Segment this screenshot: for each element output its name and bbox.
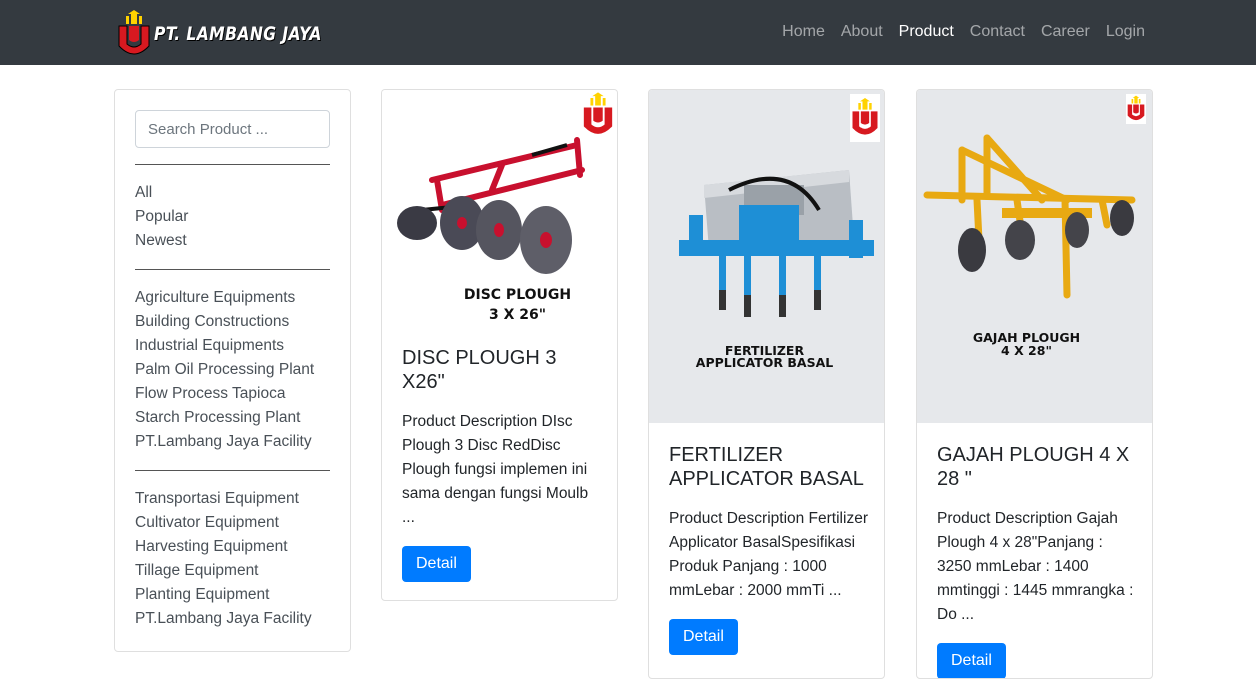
card-body: DISC PLOUGH 3 X26" Product Description D…	[402, 346, 602, 582]
category-palm-oil-processing-plant[interactable]: Palm Oil Processing Plant	[135, 358, 345, 382]
gajah-plough-image	[923, 134, 1136, 299]
filter-all[interactable]: All	[135, 181, 345, 205]
product-description: Product Description Gajah Plough 4 x 28"…	[937, 510, 1134, 623]
product-image[interactable]: FERTILIZER APPLICATOR BASAL	[649, 90, 884, 423]
nav-about[interactable]: About	[841, 21, 883, 43]
detail-button[interactable]: Detail	[937, 643, 1006, 678]
image-caption: FERTILIZER APPLICATOR BASAL	[649, 344, 882, 370]
lambang-jaya-logo-icon	[850, 94, 880, 142]
card-body: FERTILIZER APPLICATOR BASAL Product Desc…	[669, 443, 869, 655]
search-product-input[interactable]	[135, 110, 330, 148]
image-caption: GAJAH PLOUGH 4 X 28"	[917, 331, 1144, 358]
type-facility[interactable]: PT.Lambang Jaya Facility	[135, 607, 345, 631]
filter-popular[interactable]: Popular	[135, 205, 345, 229]
product-image[interactable]: DISC PLOUGH 3 X 26"	[382, 90, 617, 326]
category-agriculture-equipments[interactable]: Agriculture Equipments	[135, 286, 345, 310]
category-flow-process-tapioca[interactable]: Flow Process Tapioca	[135, 382, 345, 406]
brand[interactable]: PT. LAMBANG JAYA	[116, 10, 359, 58]
lambang-jaya-logo-icon	[1126, 94, 1146, 124]
type-cultivator-equipment[interactable]: Cultivator Equipment	[135, 511, 345, 535]
product-card: FERTILIZER APPLICATOR BASAL FERTILIZER A…	[648, 89, 885, 679]
product-title[interactable]: DISC PLOUGH 3 X26"	[402, 346, 602, 394]
top-navbar: PT. LAMBANG JAYA Home About Product Cont…	[0, 0, 1256, 65]
product-title[interactable]: GAJAH PLOUGH 4 X 28 "	[937, 443, 1137, 491]
product-title[interactable]: FERTILIZER APPLICATOR BASAL	[669, 443, 869, 491]
category-industrial-equipments[interactable]: Industrial Equipments	[135, 334, 345, 358]
filter-list: All Popular Newest	[135, 181, 345, 253]
lambang-jaya-logo-icon	[118, 10, 150, 58]
category-starch-processing-plant[interactable]: Starch Processing Plant	[135, 406, 345, 430]
type-transportasi-equipment[interactable]: Transportasi Equipment	[135, 487, 345, 511]
product-card: GAJAH PLOUGH 4 X 28" GAJAH PLOUGH 4 X 28…	[916, 89, 1153, 679]
image-caption-line: APPLICATOR BASAL	[695, 355, 834, 370]
detail-button[interactable]: Detail	[669, 619, 738, 655]
nav-career[interactable]: Career	[1041, 21, 1090, 43]
image-caption-line: 4 X 28"	[1001, 343, 1052, 358]
sidebar-divider	[135, 470, 330, 471]
brand-name: PT. LAMBANG JAYA	[154, 23, 322, 45]
type-harvesting-equipment[interactable]: Harvesting Equipment	[135, 535, 345, 559]
category-list: Agriculture Equipments Building Construc…	[135, 286, 345, 454]
nav-home[interactable]: Home	[782, 21, 825, 43]
category-facility[interactable]: PT.Lambang Jaya Facility	[135, 430, 345, 454]
image-caption-line: 3 X 26"	[488, 307, 547, 323]
nav-login[interactable]: Login	[1106, 21, 1145, 43]
product-description: Product Description DIsc Plough 3 Disc R…	[402, 413, 589, 526]
sidebar-divider	[135, 164, 330, 165]
type-tillage-equipment[interactable]: Tillage Equipment	[135, 559, 345, 583]
nav-contact[interactable]: Contact	[970, 21, 1025, 43]
type-list: Transportasi Equipment Cultivator Equipm…	[135, 487, 345, 631]
filter-newest[interactable]: Newest	[135, 229, 345, 253]
card-body: GAJAH PLOUGH 4 X 28 " Product Descriptio…	[937, 443, 1137, 678]
product-card: DISC PLOUGH 3 X 26" DISC PLOUGH 3 X26" P…	[381, 89, 618, 601]
detail-button[interactable]: Detail	[402, 546, 471, 582]
product-description: Product Description Fertilizer Applicato…	[669, 510, 868, 599]
category-building-constructions[interactable]: Building Constructions	[135, 310, 345, 334]
category-sidebar: All Popular Newest Agriculture Equipment…	[114, 89, 351, 652]
main-nav: Home About Product Contact Career Login	[766, 21, 1145, 43]
nav-product[interactable]: Product	[899, 21, 954, 43]
type-planting-equipment[interactable]: Planting Equipment	[135, 583, 345, 607]
sidebar-divider	[135, 269, 330, 270]
image-caption: DISC PLOUGH 3 X 26"	[400, 285, 617, 325]
lambang-jaya-logo-icon	[583, 92, 613, 134]
product-image[interactable]: GAJAH PLOUGH 4 X 28"	[917, 90, 1152, 423]
image-caption-line: DISC PLOUGH	[463, 287, 572, 303]
